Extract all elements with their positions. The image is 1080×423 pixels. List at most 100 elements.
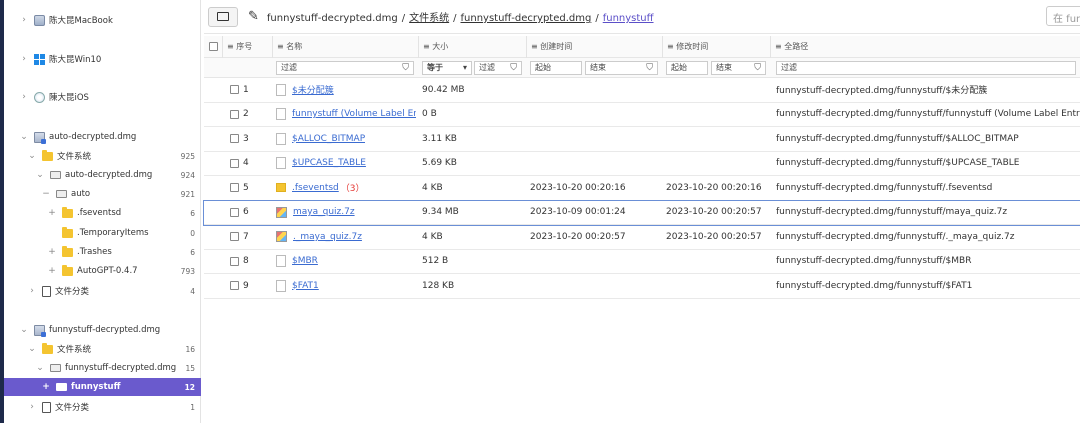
filter-icon[interactable]: ⛉ bbox=[402, 63, 409, 73]
col-index[interactable]: ≡ 序号 bbox=[222, 35, 272, 58]
caret-down-icon: ▾ bbox=[462, 63, 467, 72]
row-checkbox[interactable] bbox=[230, 183, 239, 193]
file-icon bbox=[276, 132, 286, 145]
file-name-link[interactable]: $FAT1 bbox=[292, 281, 319, 291]
expand-icon[interactable]: + bbox=[46, 247, 58, 257]
open-folder-button[interactable] bbox=[208, 6, 238, 27]
table-row[interactable]: 4 $UPCASE_TABLE 5.69 KB funnystuff-decrypte… bbox=[204, 152, 1080, 176]
tree-node-auto[interactable]: − auto 921 bbox=[4, 185, 201, 203]
row-index-cell: 6 bbox=[222, 207, 272, 217]
modified-start-input[interactable]: 起始 bbox=[666, 60, 708, 75]
created-start-input[interactable]: 起始 bbox=[530, 60, 582, 75]
chevron-down-icon[interactable]: ⌄ bbox=[18, 325, 30, 335]
expand-icon[interactable]: + bbox=[46, 266, 58, 276]
chevron-right-icon[interactable]: › bbox=[18, 15, 30, 25]
breadcrumb-item[interactable]: 文件系统 bbox=[409, 13, 449, 24]
table-row[interactable]: 5 .fseventsd （3） 4 KB 2023-10-20 00:20:16 202… bbox=[204, 176, 1080, 201]
chevron-right-icon[interactable]: › bbox=[26, 286, 38, 296]
col-fullpath[interactable]: ≡ 全路径 bbox=[770, 35, 1080, 58]
chevron-right-icon[interactable]: › bbox=[18, 92, 30, 102]
file-name-link[interactable]: $MBR bbox=[292, 256, 318, 266]
tree-node-filesystem-2[interactable]: ⌄ 文件系统 16 bbox=[4, 340, 201, 358]
archive-icon bbox=[276, 206, 287, 218]
name-filter-input[interactable]: 过滤 ⛉ bbox=[276, 60, 414, 75]
expand-icon[interactable]: + bbox=[46, 208, 58, 218]
size-filter-input[interactable]: 过滤 ⛉ bbox=[474, 60, 522, 75]
tree-node-auto-dmg[interactable]: ⌄ auto-decrypted.dmg bbox=[4, 128, 201, 146]
windows-icon bbox=[34, 53, 45, 65]
chevron-down-icon[interactable]: ⌄ bbox=[26, 151, 38, 161]
row-checkbox[interactable] bbox=[230, 232, 239, 242]
col-size[interactable]: ≡ 大小 bbox=[418, 35, 526, 58]
chevron-down-icon[interactable]: ⌄ bbox=[18, 132, 30, 142]
tree-node-file-categories-2[interactable]: › 文件分类 1 bbox=[4, 398, 201, 416]
table-row[interactable]: 8 $MBR 512 B funnystuff-decrypted.dmg/funny… bbox=[204, 250, 1080, 274]
filter-icon[interactable]: ⛉ bbox=[510, 63, 517, 73]
row-checkbox[interactable] bbox=[230, 109, 239, 119]
chevron-down-icon[interactable]: ⌄ bbox=[26, 344, 38, 354]
breadcrumb-item[interactable]: funnystuff-decrypted.dmg bbox=[267, 13, 398, 24]
filter-created-cell: 起始 结束 ⛉ bbox=[526, 60, 662, 75]
chevron-down-icon[interactable]: ⌄ bbox=[34, 363, 46, 373]
row-fullpath: funnystuff-decrypted.dmg/funnystuff/$MBR bbox=[776, 256, 972, 267]
evidence-tree-sidebar: › 陈大昆MacBook › 陈大昆Win10 › 陳大昆iOS ⌄ auto-… bbox=[4, 0, 201, 423]
table-row[interactable]: 9 $FAT1 128 KB funnystuff-decrypted.dmg/fun… bbox=[204, 274, 1080, 299]
table-row[interactable]: 2 funnystuff (Volume Label Er 0 B funnystuf… bbox=[204, 103, 1080, 127]
filter-icon[interactable]: ⛉ bbox=[754, 63, 761, 73]
tree-node-funnystuff-dmg-volume[interactable]: ⌄ funnystuff-decrypted.dmg 15 bbox=[4, 359, 201, 377]
row-index-cell: 4 bbox=[222, 158, 272, 168]
col-created[interactable]: ≡ 创建时间 bbox=[526, 35, 662, 58]
breadcrumb-item[interactable]: funnystuff-decrypted.dmg bbox=[461, 13, 592, 24]
edit-icon[interactable]: ✎ bbox=[248, 9, 259, 24]
tree-node-win10[interactable]: › 陈大昆Win10 bbox=[4, 50, 201, 68]
col-modified[interactable]: ≡ 修改时间 bbox=[662, 35, 770, 58]
drive-icon bbox=[56, 383, 67, 391]
tree-node-file-categories[interactable]: › 文件分类 4 bbox=[4, 282, 201, 300]
file-name-link[interactable]: maya_quiz.7z bbox=[293, 207, 355, 217]
file-name-link[interactable]: $未分配簇 bbox=[292, 83, 334, 96]
modified-end-input[interactable]: 结束 ⛉ bbox=[711, 60, 766, 75]
tree-node-filesystem[interactable]: ⌄ 文件系统 925 bbox=[4, 147, 201, 165]
search-input[interactable]: 在 funny bbox=[1046, 6, 1080, 26]
table-row[interactable]: 1 $未分配簇 90.42 MB funnystuff-decrypted.dmg/f… bbox=[204, 78, 1080, 103]
row-checkbox[interactable] bbox=[230, 85, 239, 95]
file-name-link[interactable]: ._maya_quiz.7z bbox=[293, 232, 362, 242]
row-fullpath: funnystuff-decrypted.dmg/funnystuff/$未分配… bbox=[776, 86, 988, 97]
tree-node-trashes[interactable]: + .Trashes 6 bbox=[4, 243, 201, 261]
row-checkbox[interactable] bbox=[230, 281, 239, 291]
expand-icon[interactable]: + bbox=[40, 382, 52, 392]
table-row[interactable]: 6 maya_quiz.7z 9.34 MB 2023-10-09 00:01:24 2… bbox=[203, 199, 1080, 226]
breadcrumb-current[interactable]: funnystuff bbox=[603, 13, 654, 24]
tree-node-auto-dmg-volume[interactable]: ⌄ auto-decrypted.dmg 924 bbox=[4, 166, 201, 184]
tree-node-funnystuff[interactable]: + funnystuff 12 bbox=[4, 378, 201, 396]
size-operator-select[interactable]: 等于 ▾ bbox=[422, 60, 472, 75]
row-checkbox[interactable] bbox=[230, 134, 239, 144]
path-filter-input[interactable]: 过滤 bbox=[776, 60, 1076, 75]
col-name[interactable]: ≡ 名称 bbox=[272, 35, 418, 58]
row-fullpath: funnystuff-decrypted.dmg/funnystuff/maya… bbox=[776, 207, 1008, 218]
select-all-checkbox[interactable] bbox=[208, 42, 218, 51]
row-checkbox[interactable] bbox=[230, 207, 239, 217]
table-row[interactable]: 3 $ALLOC_BITMAP 3.11 KB funnystuff-decrypte… bbox=[204, 127, 1080, 152]
tree-node-temporaryitems[interactable]: .TemporaryItems 0 bbox=[4, 224, 201, 242]
tree-node-funnystuff-dmg[interactable]: ⌄ funnystuff-decrypted.dmg bbox=[4, 321, 201, 339]
file-name-link[interactable]: $UPCASE_TABLE bbox=[292, 158, 366, 168]
file-name-link[interactable]: funnystuff (Volume Label Er bbox=[292, 109, 416, 119]
chevron-right-icon[interactable]: › bbox=[26, 402, 38, 412]
tree-node-ios[interactable]: › 陳大昆iOS bbox=[4, 88, 201, 106]
file-name-link[interactable]: .fseventsd bbox=[292, 183, 339, 193]
tree-node-label: 陈大昆Win10 bbox=[49, 55, 102, 65]
created-end-input[interactable]: 结束 ⛉ bbox=[585, 60, 658, 75]
row-checkbox[interactable] bbox=[230, 256, 239, 266]
chevron-right-icon[interactable]: › bbox=[18, 54, 30, 64]
file-name-link[interactable]: $ALLOC_BITMAP bbox=[292, 134, 365, 144]
tree-node-autogpt[interactable]: + AutoGPT-0.4.7 793 bbox=[4, 262, 201, 280]
collapse-icon[interactable]: − bbox=[40, 189, 52, 199]
table-row[interactable]: 7 ._maya_quiz.7z 4 KB 2023-10-20 00:20:57 20… bbox=[204, 225, 1080, 250]
row-checkbox[interactable] bbox=[230, 158, 239, 168]
tree-node-macbook[interactable]: › 陈大昆MacBook bbox=[4, 11, 201, 29]
disk-image-icon bbox=[34, 131, 46, 144]
tree-node-fseventsd[interactable]: + .fseventsd 6 bbox=[4, 204, 201, 222]
filter-icon[interactable]: ⛉ bbox=[646, 63, 653, 73]
chevron-down-icon[interactable]: ⌄ bbox=[34, 170, 46, 180]
